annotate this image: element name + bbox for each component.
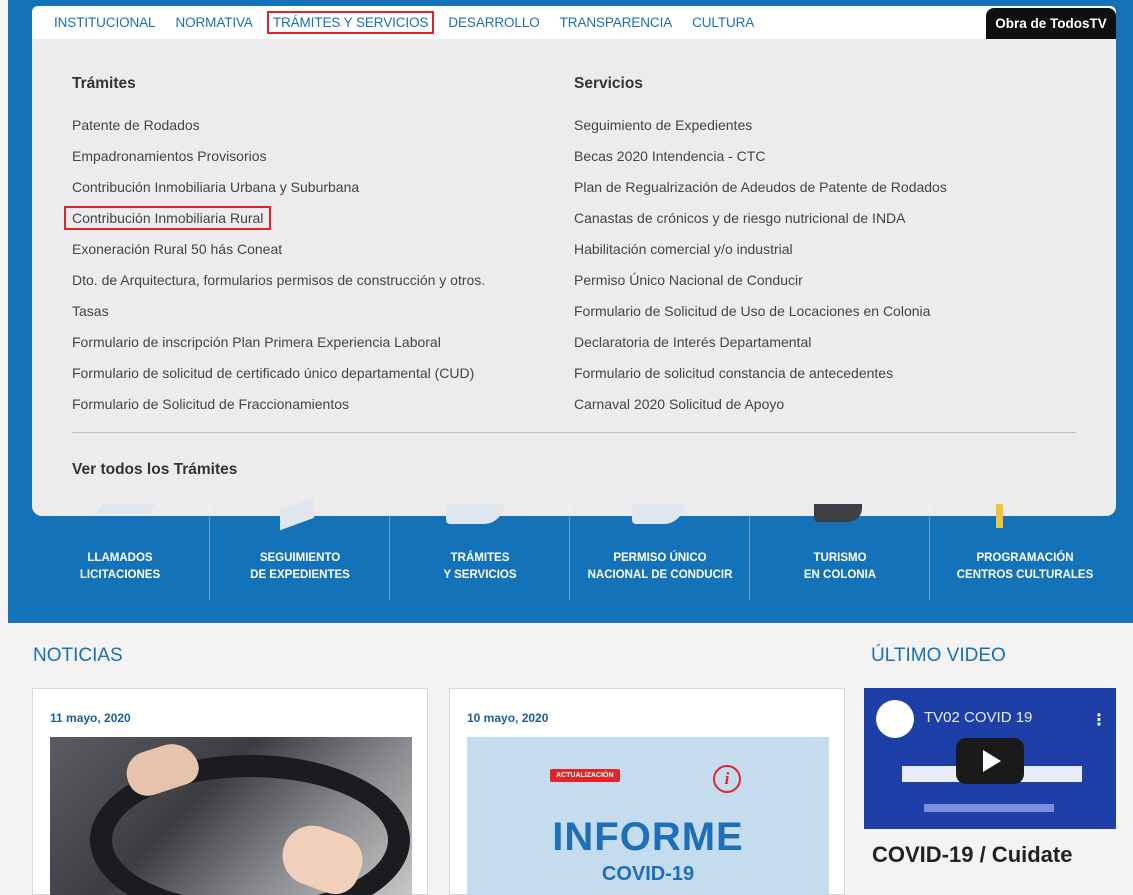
quick-link-tramites[interactable]: TRÁMITES Y SERVICIOS <box>420 550 540 584</box>
tramite-link[interactable]: Formulario de inscripción Plan Primera E… <box>72 330 485 361</box>
obra-de-todos-tv-button[interactable]: Obra de TodosTV <box>986 8 1116 39</box>
tramites-list: Patente de Rodados Empadronamientos Prov… <box>64 113 485 423</box>
dropdown-divider <box>72 432 1076 433</box>
news-date: 10 mayo, 2020 <box>467 711 549 725</box>
culture-icon <box>996 504 1003 528</box>
video-title: TV02 COVID 19 <box>924 709 1033 726</box>
quick-link-llamados[interactable]: LLAMADOS LICITACIONES <box>60 550 180 584</box>
news-section-title: NOTICIAS <box>33 645 123 666</box>
servicio-link[interactable]: Formulario de solicitud constancia de an… <box>574 361 947 392</box>
servicio-link[interactable]: Carnaval 2020 Solicitud de Apoyo <box>574 392 947 423</box>
quick-link-seguimiento[interactable]: SEGUIMIENTO DE EXPEDIENTES <box>230 550 370 584</box>
tramite-link[interactable]: Tasas <box>72 299 485 330</box>
servicio-link[interactable]: Permiso Único Nacional de Conducir <box>574 268 947 299</box>
separator <box>929 500 930 600</box>
news-image-informe[interactable]: ACTUALIZACIÓN i INFORME COVID-19 <box>467 737 829 895</box>
play-icon <box>983 750 1001 772</box>
tramites-servicios-dropdown: Trámites Patente de Rodados Empadronamie… <box>32 39 1116 516</box>
separator <box>389 500 390 600</box>
nav-item-transparencia[interactable]: TRANSPARENCIA <box>560 15 673 30</box>
main-nav: INSTITUCIONAL NORMATIVA TRÁMITES Y SERVI… <box>32 6 1116 39</box>
servicios-column: Servicios Seguimiento de Expedientes Bec… <box>574 75 947 423</box>
video-frame-strip <box>924 804 1054 812</box>
channel-logo-icon <box>876 700 914 738</box>
servicio-link[interactable]: Habilitación comercial y/o industrial <box>574 237 947 268</box>
servicio-link[interactable]: Plan de Regualrización de Adeudos de Pat… <box>574 175 947 206</box>
servicio-link[interactable]: Seguimiento de Expedientes <box>574 113 947 144</box>
informe-subheadline: COVID-19 <box>601 863 695 885</box>
separator <box>569 500 570 600</box>
laptop-icon <box>97 504 155 514</box>
tramite-link[interactable]: Empadronamientos Provisorios <box>72 144 485 175</box>
ver-todos-tramites-link[interactable]: Ver todos los Trámites <box>72 461 237 479</box>
nav-item-institucional[interactable]: INSTITUCIONAL <box>54 15 156 30</box>
tramite-link[interactable]: Contribución Inmobiliaria Urbana y Subur… <box>72 175 485 206</box>
tramite-link[interactable]: Patente de Rodados <box>72 113 485 144</box>
quick-links-bar: LLAMADOS LICITACIONES SEGUIMIENTO DE EXPED… <box>8 497 1133 600</box>
nav-item-cultura[interactable]: CULTURA <box>692 15 754 30</box>
tramite-link-contribucion-rural[interactable]: Contribución Inmobiliaria Rural <box>64 206 485 237</box>
quick-link-permiso-conducir[interactable]: PERMISO ÚNICO NACIONAL DE CONDUCIR <box>580 550 740 584</box>
informe-headline: INFORME <box>552 815 744 859</box>
separator <box>749 500 750 600</box>
news-date: 11 mayo, 2020 <box>50 711 131 725</box>
play-button[interactable] <box>956 738 1024 784</box>
tramites-column: Trámites Patente de Rodados Empadronamie… <box>64 75 485 423</box>
tramite-link[interactable]: Exoneración Rural 50 hás Coneat <box>72 237 485 268</box>
info-icon: i <box>713 765 741 793</box>
tramite-link[interactable]: Formulario de solicitud de certificado ú… <box>72 361 485 392</box>
servicio-link[interactable]: Canastas de crónicos y de riesgo nutrici… <box>574 206 947 237</box>
news-card[interactable]: 10 mayo, 2020 ACTUALIZACIÓN i INFORME CO… <box>449 688 845 895</box>
update-badge: ACTUALIZACIÓN <box>550 769 620 782</box>
tramites-heading: Trámites <box>72 75 136 92</box>
tramite-link[interactable]: Formulario de Solicitud de Fraccionamien… <box>72 392 485 423</box>
nav-item-normativa[interactable]: NORMATIVA <box>175 15 252 30</box>
video-caption[interactable]: COVID-19 / Cuidate <box>872 842 1072 868</box>
nav-items: INSTITUCIONAL NORMATIVA TRÁMITES Y SERVI… <box>54 6 774 39</box>
servicio-link[interactable]: Declaratoria de Interés Departamental <box>574 330 947 361</box>
tramite-link[interactable]: Dto. de Arquitectura, formularios permis… <box>72 268 485 299</box>
quick-link-turismo[interactable]: TURISMO EN COLONIA <box>780 550 900 584</box>
servicios-heading: Servicios <box>574 75 643 92</box>
news-image-driving[interactable] <box>50 737 412 895</box>
nav-item-desarrollo[interactable]: DESARROLLO <box>448 15 539 30</box>
servicio-link[interactable]: Formulario de Solicitud de Uso de Locaci… <box>574 299 947 330</box>
separator <box>209 500 210 600</box>
servicios-list: Seguimiento de Expedientes Becas 2020 In… <box>574 113 947 423</box>
servicio-link[interactable]: Becas 2020 Intendencia - CTC <box>574 144 947 175</box>
news-card[interactable]: 11 mayo, 2020 <box>32 688 428 895</box>
video-player[interactable]: TV02 COVID 19 ⋮ <box>864 688 1116 829</box>
tourism-icon <box>814 504 862 522</box>
quick-link-programacion[interactable]: PROGRAMACIÓN CENTROS CULTURALES <box>940 550 1110 584</box>
video-section-title: ÚLTIMO VIDEO <box>871 645 1006 666</box>
more-options-icon[interactable]: ⋮ <box>1091 710 1107 730</box>
nav-item-tramites-y-servicios[interactable]: TRÁMITES Y SERVICIOS <box>266 11 435 34</box>
